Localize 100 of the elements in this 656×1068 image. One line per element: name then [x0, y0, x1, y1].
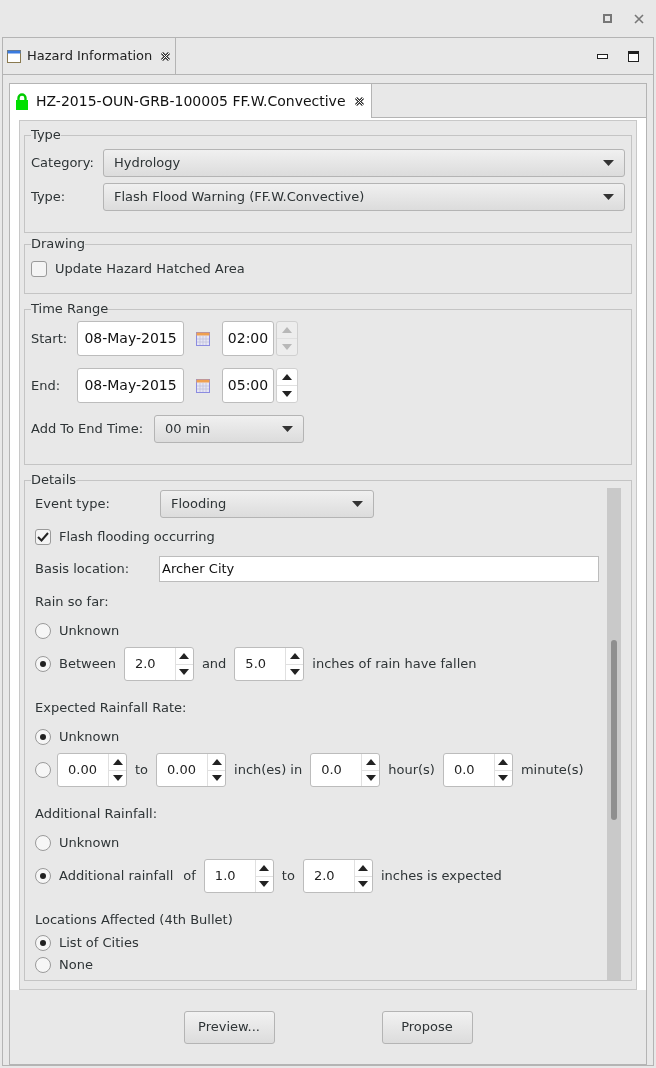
tab-title: HZ-2015-OUN-GRB-100005 FF.W.Convective: [36, 91, 346, 111]
up-arrow-icon: [211, 758, 222, 765]
tab-title: Hazard Information: [27, 47, 153, 66]
option-label: Unknown: [58, 622, 121, 641]
down-arrow-icon: [179, 669, 190, 676]
date-field[interactable]: 08-May-2015: [77, 321, 184, 356]
spinner-arrows[interactable]: [361, 754, 380, 786]
checkbox-label: Update Hazard Hatched Area: [55, 260, 245, 279]
spinner-arrows[interactable]: [174, 648, 193, 680]
spinner-arrows[interactable]: [108, 754, 126, 786]
minimize-icon[interactable]: [597, 53, 608, 59]
radio-button[interactable]: [35, 729, 51, 745]
radio-button[interactable]: [35, 868, 51, 884]
close-icon[interactable]: [353, 95, 365, 107]
spinner-arrows[interactable]: [254, 860, 273, 892]
option-label: to: [134, 761, 150, 780]
spinner-arrows[interactable]: [493, 754, 512, 786]
option-label: of: [182, 867, 197, 886]
option-label: Additional rainfall: [58, 867, 175, 886]
field-label: Start:: [31, 329, 69, 348]
lock-icon: [16, 92, 28, 110]
dropdown[interactable]: Flash Flood Warning (FF.W.Convective): [103, 183, 625, 211]
option-label: inch(es) in: [233, 761, 304, 780]
field-label: Basis location:: [35, 560, 131, 579]
group-title: Type: [31, 127, 61, 143]
down-arrow-icon: [498, 775, 509, 782]
section-heading: Locations Affected (4th Bullet): [35, 911, 234, 930]
section-heading: Rain so far:: [35, 593, 110, 612]
option-label: and: [200, 655, 228, 674]
down-arrow-icon: [282, 391, 292, 397]
date-field[interactable]: 08-May-2015: [77, 368, 184, 403]
text-field[interactable]: Archer City: [159, 556, 599, 582]
number-spinner[interactable]: 1.0: [203, 859, 274, 893]
section-heading: Additional Rainfall:: [35, 805, 159, 824]
radio-button[interactable]: [35, 935, 51, 951]
down-arrow-icon: [211, 775, 222, 782]
option-label: Between: [58, 655, 117, 674]
restore-icon[interactable]: [603, 14, 612, 23]
option-label: inches is expected: [379, 867, 503, 886]
caret-icon: [352, 501, 363, 507]
spinner-arrows[interactable]: [353, 860, 372, 892]
field-label: End:: [31, 376, 62, 395]
option-label: List of Cities: [58, 934, 140, 953]
radio-button[interactable]: [35, 957, 51, 973]
checkbox-label: Flash flooding occurring: [59, 528, 215, 547]
field-label: Category:: [31, 154, 95, 173]
caret-icon: [282, 426, 293, 432]
time-field[interactable]: 05:00: [222, 368, 274, 403]
field-label: Type:: [31, 188, 67, 207]
spinner-arrows[interactable]: [207, 754, 226, 786]
section-heading: Expected Rainfall Rate:: [35, 699, 188, 718]
down-arrow-icon: [259, 881, 270, 888]
number-spinner[interactable]: 2.0: [302, 859, 373, 893]
checkbox[interactable]: [31, 261, 47, 277]
dropdown[interactable]: 00 min: [154, 415, 304, 443]
up-arrow-icon: [112, 758, 123, 765]
caret-icon: [603, 160, 614, 166]
caret-icon: [603, 194, 614, 200]
hazard-tab[interactable]: HZ-2015-OUN-GRB-100005 FF.W.Convective: [10, 84, 372, 118]
down-arrow-icon: [289, 669, 300, 676]
number-spinner[interactable]: 0.00: [57, 753, 127, 787]
dropdown[interactable]: Hydrology: [103, 149, 625, 177]
up-arrow-icon: [289, 652, 300, 659]
action-button[interactable]: Preview...: [183, 1010, 275, 1044]
time-field[interactable]: 02:00: [222, 321, 274, 356]
option-label: Unknown: [58, 728, 121, 747]
checkbox[interactable]: [35, 529, 51, 545]
group-title: Time Range: [31, 301, 109, 317]
scrollbar-thumb[interactable]: [611, 640, 617, 820]
spinner-arrows[interactable]: [285, 648, 304, 680]
number-spinner[interactable]: 5.0: [234, 647, 305, 681]
spinner-arrows[interactable]: [276, 368, 298, 403]
radio-button[interactable]: [35, 656, 51, 672]
down-arrow-icon: [282, 344, 292, 350]
up-arrow-icon: [179, 652, 190, 659]
close-icon[interactable]: [160, 50, 172, 62]
up-arrow-icon: [282, 327, 292, 333]
number-spinner[interactable]: 0.0: [442, 753, 513, 787]
up-arrow-icon: [358, 864, 369, 871]
group-title: Details: [31, 472, 77, 488]
maximize-icon[interactable]: [628, 50, 639, 62]
option-label: minute(s): [519, 761, 585, 780]
number-spinner[interactable]: 0.00: [156, 753, 227, 787]
field-label: Add To End Time:: [31, 420, 145, 439]
down-arrow-icon: [112, 775, 123, 782]
option-label: hour(s): [387, 761, 436, 780]
group-title: Drawing: [31, 236, 86, 252]
action-button[interactable]: Propose: [381, 1010, 473, 1044]
radio-button[interactable]: [35, 623, 51, 639]
down-arrow-icon: [358, 881, 369, 888]
option-label: to: [280, 867, 296, 886]
radio-button[interactable]: [35, 835, 51, 851]
dropdown[interactable]: Flooding: [160, 490, 374, 518]
scrollbar[interactable]: [607, 488, 621, 980]
checkmark-icon: [37, 532, 49, 542]
option-label: inches of rain have fallen: [311, 655, 478, 674]
number-spinner[interactable]: 2.0: [123, 647, 194, 681]
radio-button[interactable]: [35, 762, 51, 778]
number-spinner[interactable]: 0.0: [310, 753, 381, 787]
up-arrow-icon: [282, 374, 292, 380]
